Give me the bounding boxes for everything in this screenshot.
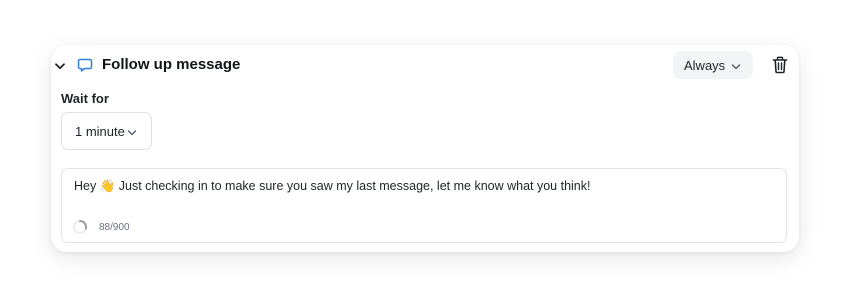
speech-bubble-icon [73,53,97,77]
chevron-down-icon [731,60,741,70]
character-progress-icon [72,219,88,235]
character-count: 88/900 [99,222,130,233]
frequency-dropdown-value: Always [684,57,726,73]
trash-icon[interactable] [772,56,788,74]
wait-duration-value: 1 minute [75,123,125,139]
follow-up-message-card: Follow up message Always Wait for 1 minu… [51,45,799,252]
chevron-down-icon [127,126,137,136]
chevron-down-icon[interactable] [53,59,67,73]
message-textarea[interactable]: Hey 👋 Just checking in to make sure you … [61,168,787,243]
wait-duration-select[interactable]: 1 minute [61,112,152,150]
card-title: Follow up message [102,56,241,73]
frequency-dropdown[interactable]: Always [673,51,753,79]
message-text[interactable]: Hey 👋 Just checking in to make sure you … [74,179,590,194]
wait-for-label: Wait for [61,91,109,106]
